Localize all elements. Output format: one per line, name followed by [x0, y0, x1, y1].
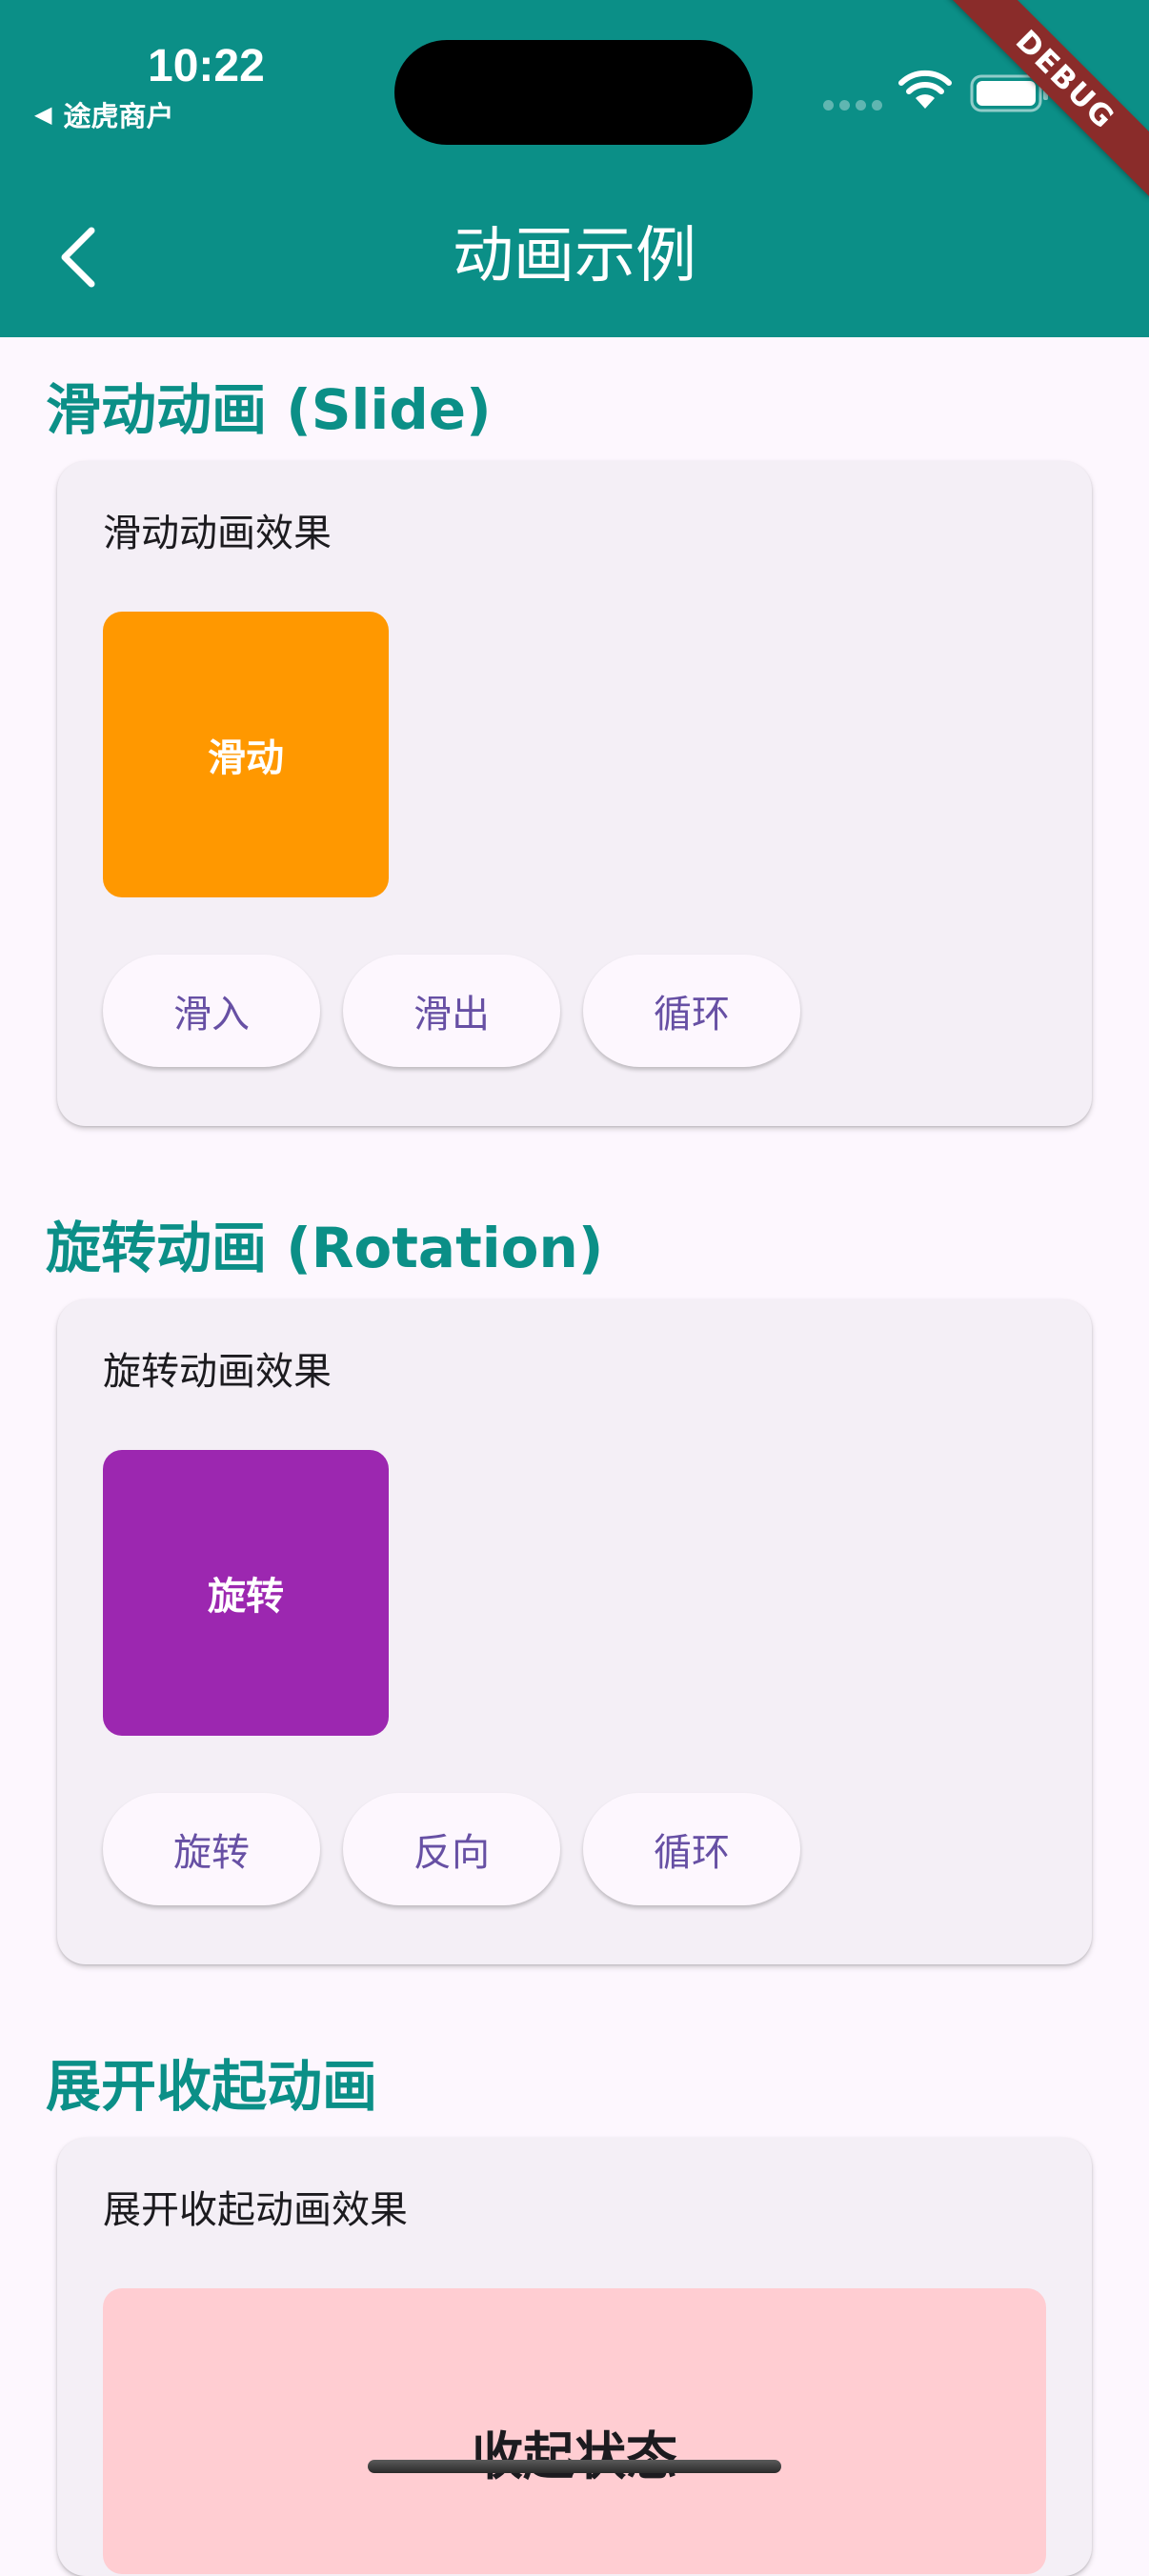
back-app-label: 途虎商户 — [63, 100, 174, 132]
rotation-loop-button-label: 循环 — [654, 1831, 730, 1875]
dynamic-island — [394, 40, 753, 145]
slide-loop-button-label: 循环 — [654, 993, 730, 1036]
rotate-button-label: 旋转 — [173, 1831, 250, 1875]
wifi-icon — [898, 70, 952, 109]
status-time: 10:22 — [148, 41, 265, 91]
section-title-slide: 滑动动画 (Slide) — [46, 377, 492, 442]
expand-collapse-panel[interactable]: 收起状态 — [103, 2288, 1046, 2574]
slide-card-subtitle: 滑动动画效果 — [103, 512, 332, 555]
slide-card: 滑动动画效果 滑动 滑入 滑出 循环 — [57, 461, 1092, 1126]
reverse-button[interactable]: 反向 — [343, 1793, 560, 1905]
slide-out-button-label: 滑出 — [413, 993, 490, 1036]
slide-in-button-label: 滑入 — [173, 993, 250, 1036]
rotation-card-subtitle: 旋转动画效果 — [103, 1350, 332, 1394]
section-title-expand: 展开收起动画 — [46, 2054, 378, 2119]
section-title-rotation: 旋转动画 (Rotation) — [46, 1216, 604, 1280]
rotate-button[interactable]: 旋转 — [103, 1793, 320, 1905]
page-title: 动画示例 — [453, 221, 696, 292]
cellular-signal-icon — [823, 100, 882, 111]
slide-in-button[interactable]: 滑入 — [103, 955, 320, 1067]
rotation-card: 旋转动画效果 旋转 旋转 反向 循环 — [57, 1299, 1092, 1964]
rotation-demo-box-label: 旋转 — [208, 1575, 284, 1619]
expand-card-subtitle: 展开收起动画效果 — [103, 2188, 408, 2232]
slide-demo-box-label: 滑动 — [208, 736, 284, 780]
app-bar: 10:22 ◀ 途虎商户 动画示例 — [0, 0, 1149, 337]
slide-loop-button[interactable]: 循环 — [583, 955, 800, 1067]
back-triangle-icon: ◀ — [34, 101, 52, 128]
home-indicator[interactable] — [368, 2460, 781, 2473]
rotation-loop-button[interactable]: 循环 — [583, 1793, 800, 1905]
status-back-to-app[interactable]: ◀ 途虎商户 — [34, 94, 173, 134]
rotation-demo-box: 旋转 — [103, 1450, 389, 1736]
slide-demo-box: 滑动 — [103, 612, 389, 897]
reverse-button-label: 反向 — [413, 1831, 490, 1875]
slide-out-button[interactable]: 滑出 — [343, 955, 560, 1067]
expand-state-label: 收起状态 — [472, 2426, 677, 2486]
expand-card: 展开收起动画效果 收起状态 — [57, 2138, 1092, 2576]
